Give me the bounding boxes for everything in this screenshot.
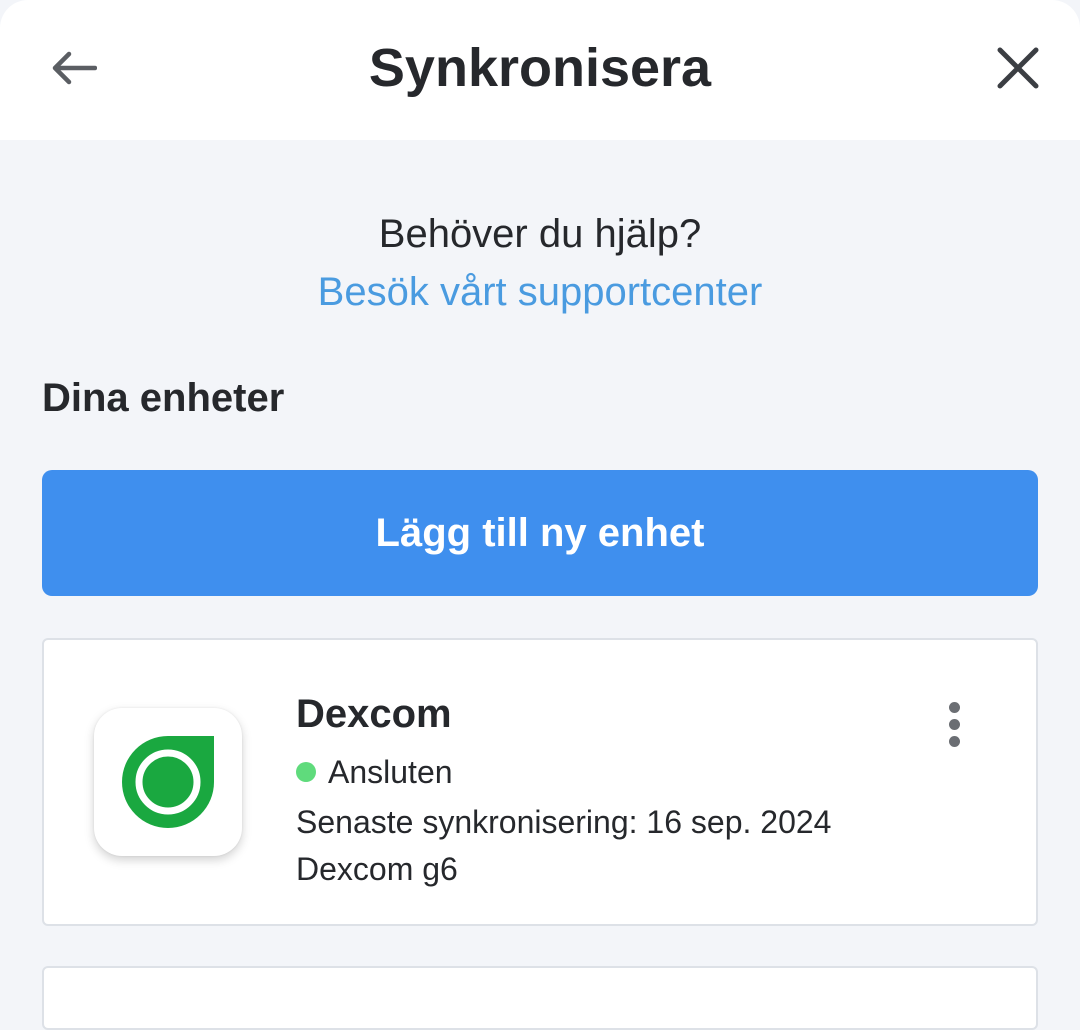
add-device-button[interactable]: Lägg till ny enhet bbox=[42, 470, 1038, 596]
connection-status: Ansluten bbox=[296, 750, 453, 794]
status-dot-icon bbox=[296, 762, 316, 782]
device-name: Dexcom bbox=[296, 692, 452, 736]
support-center-link[interactable]: Besök vårt supportcenter bbox=[0, 262, 1080, 322]
dexcom-logo-icon bbox=[122, 736, 214, 828]
device-logo bbox=[94, 708, 242, 856]
close-icon bbox=[997, 47, 1039, 89]
last-sync-text: Senaste synkronisering: 16 sep. 2024 bbox=[296, 804, 832, 840]
page-title: Synkronisera bbox=[368, 38, 712, 98]
app-header: Synkronisera bbox=[0, 0, 1080, 140]
device-card-dexcom[interactable]: Dexcom Ansluten Senaste synkronisering: … bbox=[42, 638, 1038, 926]
device-model: Dexcom g6 bbox=[296, 851, 458, 887]
devices-section-title: Dina enheter bbox=[42, 376, 285, 420]
close-button[interactable] bbox=[988, 38, 1048, 98]
status-label: Ansluten bbox=[328, 754, 453, 790]
help-question: Behöver du hjälp? bbox=[378, 212, 702, 256]
help-section: Behöver du hjälp? Besök vårt supportcent… bbox=[0, 206, 1080, 322]
device-menu-button[interactable] bbox=[928, 696, 980, 752]
device-card-partial[interactable] bbox=[42, 966, 1038, 1030]
more-vertical-icon bbox=[948, 699, 960, 750]
